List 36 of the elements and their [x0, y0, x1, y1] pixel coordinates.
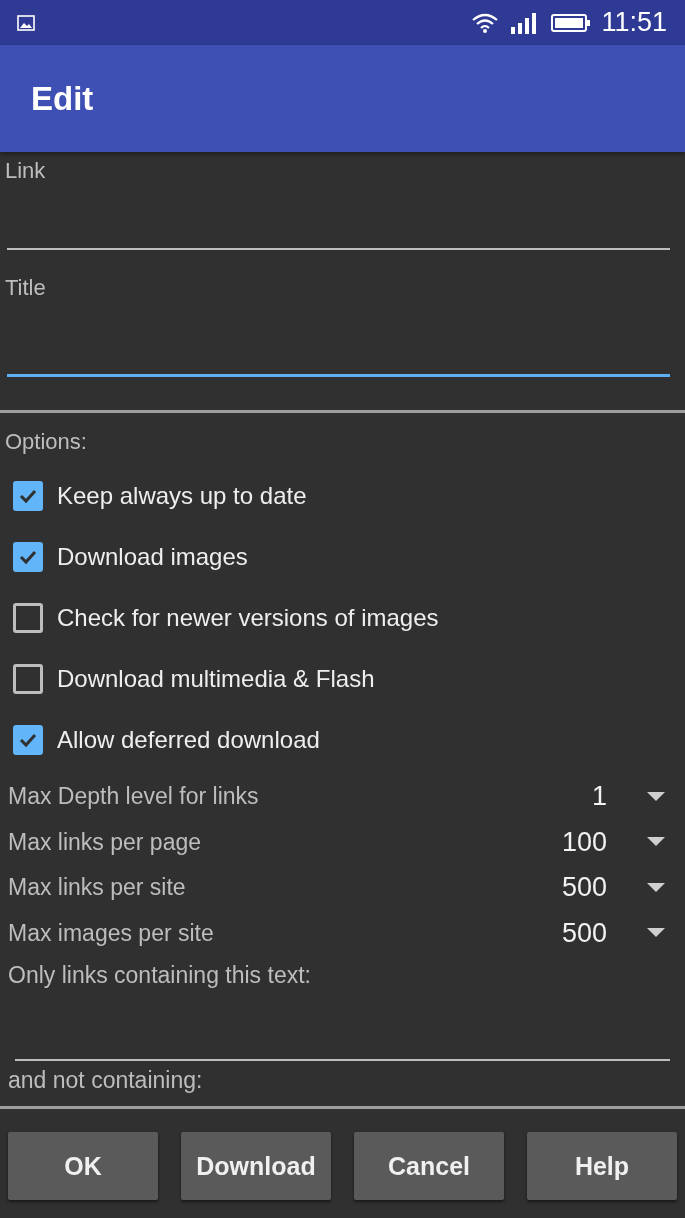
setting-label: Max links per site: [8, 874, 186, 902]
number-dropdown[interactable]: 500: [561, 917, 665, 949]
checkbox-label[interactable]: Download multimedia & Flash: [57, 664, 375, 693]
wifi-icon: [471, 12, 500, 33]
dropdown-arrow-icon: [647, 837, 665, 848]
setting-label: Max images per site: [8, 919, 214, 947]
dialog-button[interactable]: OK: [8, 1132, 158, 1200]
checkbox[interactable]: [13, 663, 43, 694]
clock-time: 11:51: [601, 7, 667, 38]
dialog-button[interactable]: Help: [527, 1132, 677, 1200]
dropdown-arrow-icon: [647, 882, 665, 893]
options-heading: Options:: [4, 428, 88, 455]
checkbox[interactable]: [13, 724, 43, 755]
checkbox-label[interactable]: Allow deferred download: [57, 725, 320, 754]
checkbox-label[interactable]: Keep always up to date: [57, 481, 307, 510]
checkbox[interactable]: [13, 602, 43, 633]
setting-label: Max links per page: [8, 828, 202, 856]
checkbox[interactable]: [13, 480, 43, 511]
checkbox-label[interactable]: Check for newer versions of images: [57, 603, 439, 632]
dropdown-arrow-icon: [647, 928, 665, 939]
filter-label: and not containing:: [8, 1067, 204, 1094]
setting-label: Max Depth level for links: [8, 783, 259, 811]
screen-title: Edit: [31, 79, 94, 118]
filter-label: Only links containing this text:: [8, 962, 312, 989]
image-icon: [17, 14, 35, 31]
number-dropdown[interactable]: 100: [561, 826, 665, 858]
checkbox[interactable]: [13, 541, 43, 572]
number-dropdown[interactable]: 1: [591, 781, 665, 813]
checkbox-label[interactable]: Download images: [57, 542, 248, 571]
field-label: Link: [5, 158, 47, 184]
dropdown-arrow-icon: [647, 791, 665, 802]
field-label: Title: [5, 275, 47, 301]
dialog-button[interactable]: Cancel: [354, 1132, 504, 1200]
number-dropdown[interactable]: 500: [561, 872, 665, 904]
dialog-button[interactable]: Download: [181, 1132, 331, 1200]
battery-icon: [551, 12, 592, 33]
